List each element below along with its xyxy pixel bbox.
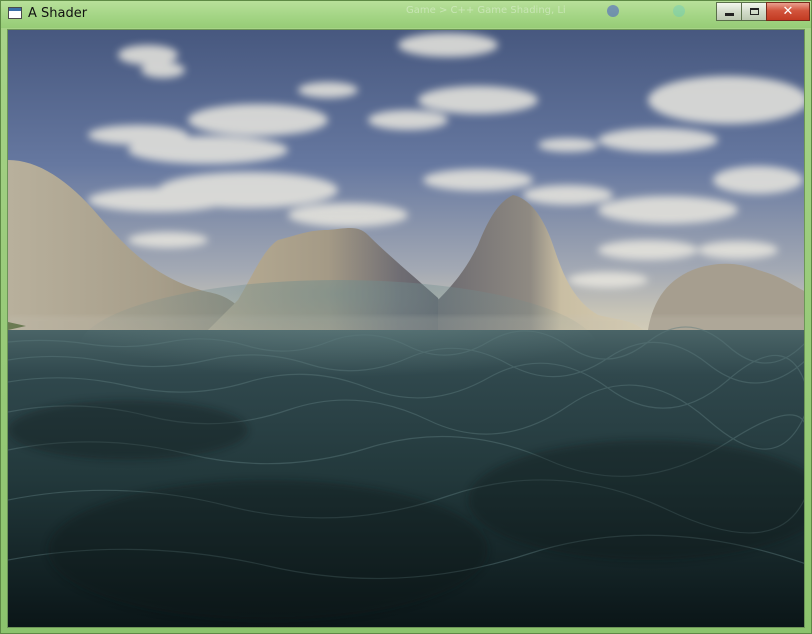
minimize-icon — [724, 13, 734, 16]
water-reflection — [78, 280, 598, 420]
title-bar[interactable]: A Shader Game > C++ Game Shading, Lighti… — [1, 1, 811, 28]
rendered-scene — [8, 30, 804, 627]
window-title: A Shader — [28, 6, 88, 21]
background-window-title: Game > C++ Game Shading, Lighting, and S… — [406, 5, 566, 16]
maximize-icon — [749, 8, 759, 15]
minimize-button[interactable] — [716, 2, 742, 21]
maximize-button[interactable] — [741, 2, 767, 21]
close-icon: ✕ — [782, 4, 794, 19]
window-controls: ✕ — [716, 2, 810, 22]
application-window: A Shader Game > C++ Game Shading, Lighti… — [0, 0, 812, 634]
taskbar-blue-icon — [607, 5, 619, 17]
window-app-icon[interactable] — [8, 7, 22, 19]
close-button[interactable]: ✕ — [766, 2, 810, 21]
render-viewport[interactable] — [7, 29, 805, 628]
taskbar-teal-icon — [673, 5, 685, 17]
